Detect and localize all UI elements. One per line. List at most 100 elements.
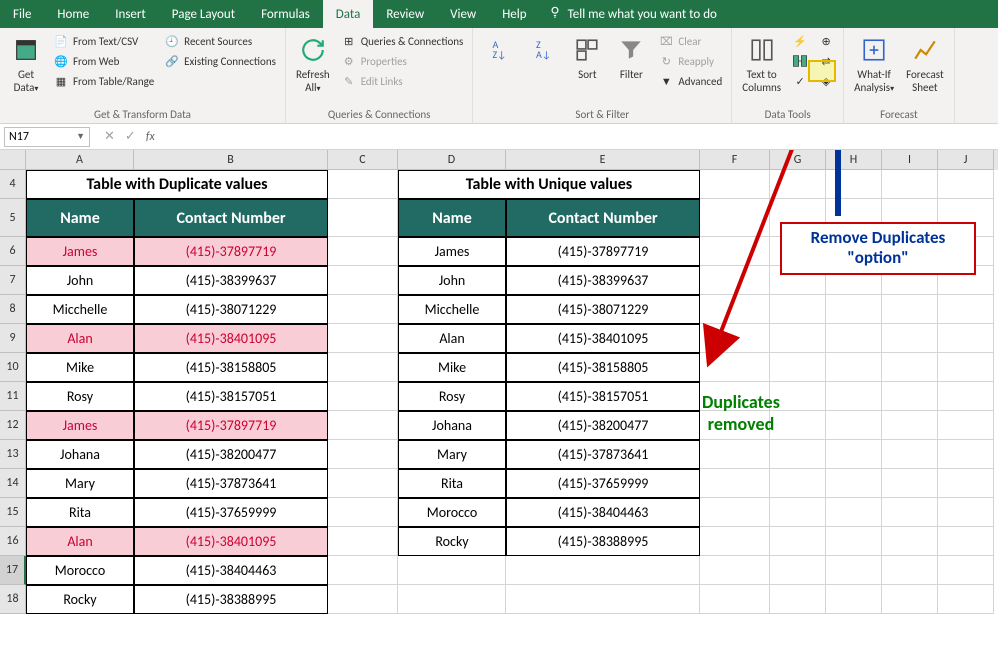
cell-I8[interactable] — [882, 295, 938, 324]
row-header-11[interactable]: 11 — [0, 382, 26, 411]
consolidate-button[interactable]: ⊕ — [815, 32, 837, 50]
cell-H11[interactable] — [826, 382, 882, 411]
what-if-analysis-button[interactable]: What-IfAnalysis▾ — [850, 32, 898, 97]
cell-I14[interactable] — [882, 469, 938, 498]
properties-button[interactable]: ⚙Properties — [338, 52, 467, 70]
cell-J4[interactable] — [938, 170, 994, 199]
cell-J16[interactable] — [938, 527, 994, 556]
cell-H13[interactable] — [826, 440, 882, 469]
cell-I10[interactable] — [882, 353, 938, 382]
tell-me-search[interactable]: Tell me what you want to do — [540, 5, 725, 23]
cell-A12[interactable]: James — [26, 411, 134, 440]
cell-D10[interactable]: Mike — [398, 353, 506, 382]
relationships-button[interactable]: ⇄ — [815, 52, 837, 70]
row-header-9[interactable]: 9 — [0, 324, 26, 353]
cell-D4[interactable]: Table with Unique values — [398, 170, 700, 199]
column-header-H[interactable]: H — [826, 150, 882, 170]
cell-B13[interactable]: (415)-38200477 — [134, 440, 328, 469]
cell-I18[interactable] — [882, 585, 938, 614]
cell-G13[interactable] — [770, 440, 826, 469]
row-header-15[interactable]: 15 — [0, 498, 26, 527]
cell-C11[interactable] — [328, 382, 398, 411]
cell-H15[interactable] — [826, 498, 882, 527]
cell-G17[interactable] — [770, 556, 826, 585]
cell-E7[interactable]: (415)-38399637 — [506, 266, 700, 295]
cell-C9[interactable] — [328, 324, 398, 353]
row-header-18[interactable]: 18 — [0, 585, 26, 614]
cell-F14[interactable] — [700, 469, 770, 498]
name-box-input[interactable] — [9, 130, 65, 144]
select-all-corner[interactable] — [0, 150, 26, 170]
row-header-16[interactable]: 16 — [0, 527, 26, 556]
cell-F10[interactable] — [700, 353, 770, 382]
cell-I13[interactable] — [882, 440, 938, 469]
cell-I12[interactable] — [882, 411, 938, 440]
cancel-icon[interactable]: ✕ — [104, 129, 115, 144]
cell-A17[interactable]: Morocco — [26, 556, 134, 585]
cell-D6[interactable]: James — [398, 237, 506, 266]
cell-A4[interactable]: Table with Duplicate values — [26, 170, 328, 199]
row-header-4[interactable]: 4 — [0, 170, 26, 199]
from-table-range-button[interactable]: ▦From Table/Range — [50, 72, 157, 90]
cell-J18[interactable] — [938, 585, 994, 614]
cell-D16[interactable]: Rocky — [398, 527, 506, 556]
cell-C18[interactable] — [328, 585, 398, 614]
cell-J17[interactable] — [938, 556, 994, 585]
cell-H4[interactable] — [826, 170, 882, 199]
refresh-all-button[interactable]: RefreshAll▾ — [292, 32, 334, 97]
existing-connections-button[interactable]: 🔗Existing Connections — [161, 52, 279, 70]
cell-I15[interactable] — [882, 498, 938, 527]
column-header-G[interactable]: G — [770, 150, 826, 170]
sort-button[interactable]: Sort — [567, 32, 607, 83]
data-validation-button[interactable]: ✓ — [789, 72, 811, 90]
row-header-10[interactable]: 10 — [0, 353, 26, 382]
cell-G15[interactable] — [770, 498, 826, 527]
cell-E12[interactable]: (415)-38200477 — [506, 411, 700, 440]
cell-B14[interactable]: (415)-37873641 — [134, 469, 328, 498]
cell-A9[interactable]: Alan — [26, 324, 134, 353]
cell-B10[interactable]: (415)-38158805 — [134, 353, 328, 382]
cell-E5[interactable]: Contact Number — [506, 199, 700, 237]
cell-B18[interactable]: (415)-38388995 — [134, 585, 328, 614]
cell-F7[interactable] — [700, 266, 770, 295]
cell-B8[interactable]: (415)-38071229 — [134, 295, 328, 324]
cell-A6[interactable]: James — [26, 237, 134, 266]
cell-J9[interactable] — [938, 324, 994, 353]
cell-A11[interactable]: Rosy — [26, 382, 134, 411]
menu-item-review[interactable]: Review — [373, 0, 437, 28]
cell-H14[interactable] — [826, 469, 882, 498]
menu-item-formulas[interactable]: Formulas — [248, 0, 323, 28]
cell-F8[interactable] — [700, 295, 770, 324]
cell-F15[interactable] — [700, 498, 770, 527]
menu-item-insert[interactable]: Insert — [102, 0, 159, 28]
column-header-E[interactable]: E — [506, 150, 700, 170]
cell-E6[interactable]: (415)-37897719 — [506, 237, 700, 266]
cell-I16[interactable] — [882, 527, 938, 556]
cell-B12[interactable]: (415)-37897719 — [134, 411, 328, 440]
row-header-8[interactable]: 8 — [0, 295, 26, 324]
cell-F16[interactable] — [700, 527, 770, 556]
row-header-6[interactable]: 6 — [0, 237, 26, 266]
cell-B17[interactable]: (415)-38404463 — [134, 556, 328, 585]
cell-A14[interactable]: Mary — [26, 469, 134, 498]
cell-F5[interactable] — [700, 199, 770, 237]
column-header-D[interactable]: D — [398, 150, 506, 170]
forecast-sheet-button[interactable]: ForecastSheet — [902, 32, 948, 96]
cell-J10[interactable] — [938, 353, 994, 382]
row-header-13[interactable]: 13 — [0, 440, 26, 469]
cell-F18[interactable] — [700, 585, 770, 614]
cell-C7[interactable] — [328, 266, 398, 295]
reapply-button[interactable]: ↻Reapply — [655, 52, 725, 70]
cell-E14[interactable]: (415)-37659999 — [506, 469, 700, 498]
cell-A10[interactable]: Mike — [26, 353, 134, 382]
menu-item-page-layout[interactable]: Page Layout — [159, 0, 248, 28]
cell-C12[interactable] — [328, 411, 398, 440]
cell-H9[interactable] — [826, 324, 882, 353]
cell-F4[interactable] — [700, 170, 770, 199]
cell-C8[interactable] — [328, 295, 398, 324]
cell-I11[interactable] — [882, 382, 938, 411]
name-box-dropdown-icon[interactable]: ▼ — [76, 131, 85, 142]
cell-A13[interactable]: Johana — [26, 440, 134, 469]
cell-D7[interactable]: John — [398, 266, 506, 295]
cell-G16[interactable] — [770, 527, 826, 556]
